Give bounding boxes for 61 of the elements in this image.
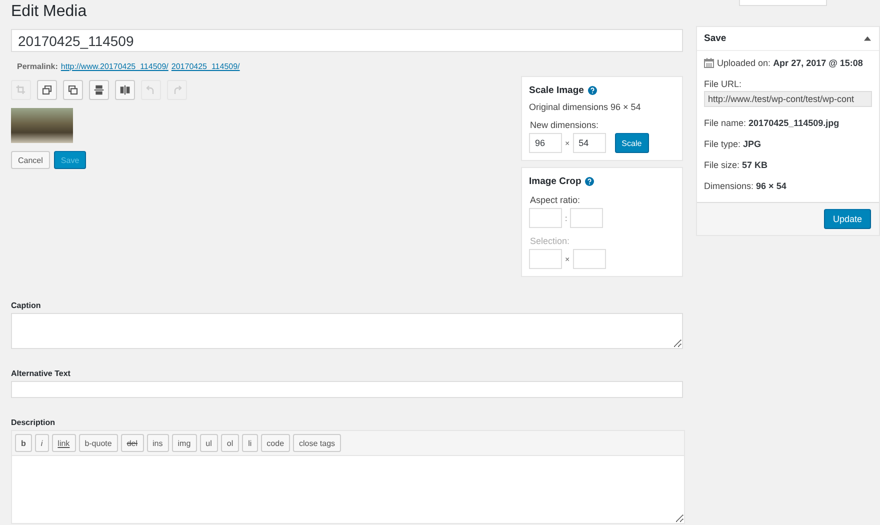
file-detail-text: File size: 57 KB [704,160,769,170]
file-detail-text: File name: 20170425_114509.jpg [704,118,840,128]
panel-title: Save [704,33,726,44]
quicktag-button[interactable]: ins [146,434,169,452]
separator: × [565,138,570,148]
quicktag-button[interactable]: ol [220,434,240,452]
crop-icon [15,84,27,96]
separator: : [565,214,568,222]
quicktag-button[interactable]: i [34,434,49,452]
quicktag-button[interactable]: b-quote [78,434,118,452]
uploaded-on-text: Uploaded on: Apr 27, 2017 @ 15:08 [717,58,863,68]
aspect-width-field[interactable] [529,208,562,228]
height-field[interactable]: 54 [572,133,606,153]
flip-vertical-icon [93,84,105,96]
alt-text-field[interactable] [11,381,683,398]
rotate-left-icon [41,84,53,96]
description-field[interactable] [12,455,684,523]
quicktag-button[interactable]: link [52,434,76,452]
panel-title: Image Crop [529,176,582,187]
rotate-right-icon [67,84,79,96]
flip-vertical-button[interactable] [89,80,109,100]
photo-placeholder [11,108,73,143]
width-field[interactable]: 96 [529,133,562,153]
caption-field[interactable] [11,313,683,349]
update-button[interactable]: Update [824,209,871,229]
help-icon[interactable] [585,177,594,186]
separator: × [565,254,570,264]
collapse-arrow-icon[interactable] [864,36,871,41]
rotate-right-button[interactable] [63,80,83,100]
field-label: Caption [11,301,42,310]
field-label: Selection: [529,236,571,246]
quicktag-button[interactable]: del [120,434,144,452]
page-title: Edit Media [11,3,87,21]
title-field[interactable]: 20170425_114509 [11,29,683,52]
permalink-slug-link[interactable]: 20170425_114509/ [171,62,240,71]
file-detail-text: Dimensions: 96 × 54 [704,181,788,191]
field-label: File URL: [704,79,743,89]
quicktag-button[interactable]: img [172,434,197,452]
rotate-left-button[interactable] [37,80,57,100]
calendar-icon [704,58,714,68]
permalink-link[interactable]: http://www.20170425_114509/ [60,62,168,71]
scale-button[interactable]: Scale [614,133,649,153]
quicktag-button[interactable]: close tags [293,434,342,452]
quicktag-button[interactable]: ul [200,434,218,452]
flip-horizontal-button[interactable] [115,80,135,100]
field-label: Alternative Text [11,369,72,378]
quicktag-button[interactable]: b [15,434,32,452]
field-label: New dimensions: [529,120,600,130]
quicktag-button[interactable]: li [242,434,258,452]
aspect-height-field[interactable] [570,208,604,228]
quicktag-button[interactable]: code [260,434,290,452]
field-label: Description [11,418,56,427]
file-url-field[interactable]: http://www./test/wp-cont/test/wp-cont [704,91,872,107]
field-label: Aspect ratio: [529,195,582,205]
panel-title: Scale Image [529,85,584,96]
original-dimensions-text: Original dimensions 96 × 54 [529,102,642,112]
permalink-label: Permalink: [17,62,58,71]
flip-horizontal-icon [119,84,131,96]
cancel-button[interactable]: Cancel [11,151,50,169]
help-icon[interactable] [588,86,597,95]
file-detail-text: File type: JPG [704,139,762,149]
